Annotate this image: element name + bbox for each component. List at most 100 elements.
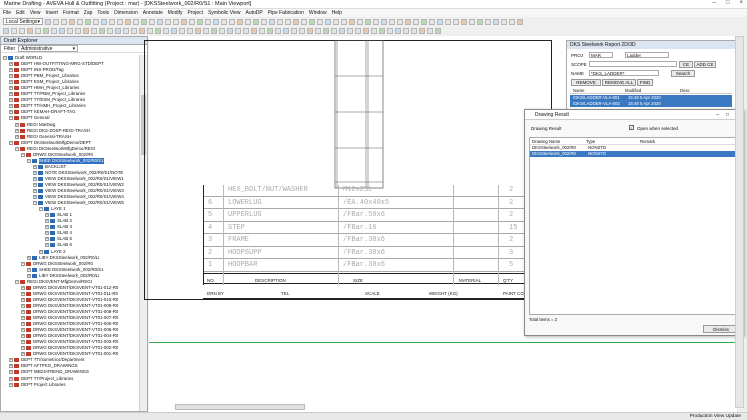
expand-toggle-icon[interactable]: + bbox=[45, 243, 49, 248]
menu-annotate[interactable]: Annotate bbox=[143, 10, 163, 16]
expand-toggle-icon[interactable]: + bbox=[15, 122, 19, 127]
expand-toggle-icon[interactable]: + bbox=[33, 164, 37, 169]
expand-toggle-icon[interactable]: + bbox=[21, 285, 25, 290]
toolbar-tool-icon[interactable] bbox=[389, 18, 395, 25]
expand-toggle-icon[interactable]: + bbox=[21, 316, 25, 321]
add-ce-button[interactable]: ADD CE bbox=[694, 61, 716, 68]
expand-toggle-icon[interactable]: + bbox=[33, 176, 37, 181]
toolbar-tool-icon[interactable] bbox=[27, 27, 33, 34]
toolbar-tool-icon[interactable] bbox=[69, 18, 75, 25]
toolbar-tool-icon[interactable] bbox=[445, 18, 451, 25]
toolbar-tool-icon[interactable] bbox=[259, 27, 265, 34]
scope-field[interactable] bbox=[589, 61, 677, 67]
settings-combo[interactable]: Local Settings ▾ bbox=[3, 18, 43, 25]
toolbar-tool-icon[interactable] bbox=[493, 18, 499, 25]
expand-toggle-icon[interactable]: − bbox=[9, 116, 13, 121]
expand-toggle-icon[interactable]: + bbox=[27, 255, 31, 260]
expand-toggle-icon[interactable]: + bbox=[21, 334, 25, 339]
toolbar-tool-icon[interactable] bbox=[517, 18, 523, 25]
expand-toggle-icon[interactable]: + bbox=[21, 309, 25, 314]
toolbar-tool-icon[interactable] bbox=[165, 18, 171, 25]
toolbar-tool-icon[interactable] bbox=[293, 18, 299, 25]
toolbar-tool-icon[interactable] bbox=[19, 27, 25, 34]
toolbar-tool-icon[interactable] bbox=[477, 18, 483, 25]
toolbar-tool-icon[interactable] bbox=[205, 18, 211, 25]
toolbar-tool-icon[interactable] bbox=[107, 27, 113, 34]
expand-toggle-icon[interactable]: + bbox=[45, 225, 49, 230]
toolbar-tool-icon[interactable] bbox=[379, 27, 385, 34]
expand-toggle-icon[interactable]: + bbox=[9, 86, 13, 91]
toolbar-tool-icon[interactable] bbox=[269, 18, 275, 25]
menu-edit[interactable]: Edit bbox=[16, 10, 25, 16]
menu-autodp[interactable]: AutoDP bbox=[245, 10, 262, 16]
toolbar-tool-icon[interactable] bbox=[125, 18, 131, 25]
toolbar-tool-icon[interactable] bbox=[163, 27, 169, 34]
toolbar-tool-icon[interactable] bbox=[139, 27, 145, 34]
expand-toggle-icon[interactable]: + bbox=[33, 195, 37, 200]
menu-file[interactable]: File bbox=[3, 10, 11, 16]
expand-toggle-icon[interactable]: + bbox=[33, 189, 37, 194]
toolbar-tool-icon[interactable] bbox=[267, 27, 273, 34]
toolbar-tool-icon[interactable] bbox=[83, 27, 89, 34]
toolbar-tool-icon[interactable] bbox=[429, 18, 435, 25]
expand-toggle-icon[interactable]: + bbox=[15, 128, 19, 133]
toolbar-tool-icon[interactable] bbox=[395, 27, 401, 34]
toolbar-tool-icon[interactable] bbox=[253, 18, 259, 25]
expand-toggle-icon[interactable]: − bbox=[21, 152, 25, 157]
toolbar-tool-icon[interactable] bbox=[365, 18, 371, 25]
toolbar-tool-icon[interactable] bbox=[117, 18, 123, 25]
toolbar-tool-icon[interactable] bbox=[51, 27, 57, 34]
name-field[interactable]: *DKS_LADDER* bbox=[589, 70, 659, 76]
expand-toggle-icon[interactable]: + bbox=[9, 364, 13, 369]
expand-toggle-icon[interactable]: + bbox=[9, 92, 13, 97]
toolbar-tool-icon[interactable] bbox=[229, 18, 235, 25]
expand-toggle-icon[interactable]: + bbox=[9, 376, 13, 381]
expand-toggle-icon[interactable]: + bbox=[33, 183, 37, 187]
toolbar-tool-icon[interactable] bbox=[85, 18, 91, 25]
toolbar-tool-icon[interactable] bbox=[373, 18, 379, 25]
expand-toggle-icon[interactable]: + bbox=[21, 328, 25, 333]
toolbar-tool-icon[interactable] bbox=[213, 18, 219, 25]
toolbar-tool-icon[interactable] bbox=[133, 18, 139, 25]
toolbar-tool-icon[interactable] bbox=[189, 18, 195, 25]
toolbar-tool-icon[interactable] bbox=[243, 27, 249, 34]
menu-tools[interactable]: Tools bbox=[97, 10, 109, 16]
toolbar-tool-icon[interactable] bbox=[197, 18, 203, 25]
toolbar-tool-icon[interactable] bbox=[435, 27, 441, 34]
expand-toggle-icon[interactable]: + bbox=[9, 370, 13, 375]
expand-toggle-icon[interactable]: − bbox=[9, 140, 13, 145]
toolbar-tool-icon[interactable] bbox=[331, 27, 337, 34]
horizontal-scrollbar[interactable] bbox=[175, 404, 305, 410]
toolbar-tool-icon[interactable] bbox=[371, 27, 377, 34]
expand-toggle-icon[interactable]: + bbox=[39, 249, 43, 254]
toolbar-tool-icon[interactable] bbox=[461, 18, 467, 25]
toolbar-tool-icon[interactable] bbox=[339, 27, 345, 34]
expand-toggle-icon[interactable]: + bbox=[21, 291, 25, 296]
toolbar-tool-icon[interactable] bbox=[437, 18, 443, 25]
expand-toggle-icon[interactable]: + bbox=[9, 110, 13, 115]
toolbar-tool-icon[interactable] bbox=[421, 18, 427, 25]
toolbar-tool-icon[interactable] bbox=[381, 18, 387, 25]
toolbar-tool-icon[interactable] bbox=[203, 27, 209, 34]
maximize-icon[interactable]: □ bbox=[726, 0, 730, 9]
toolbar-tool-icon[interactable] bbox=[363, 27, 369, 34]
toolbar-tool-icon[interactable] bbox=[509, 18, 515, 25]
expand-toggle-icon[interactable]: − bbox=[27, 158, 31, 163]
toolbar-tool-icon[interactable] bbox=[219, 27, 225, 34]
dismiss-button[interactable]: Dismiss bbox=[703, 325, 739, 333]
find-button[interactable]: FIND bbox=[637, 79, 653, 86]
toolbar-tool-icon[interactable] bbox=[285, 18, 291, 25]
toolbar-tool-icon[interactable] bbox=[91, 27, 97, 34]
expand-toggle-icon[interactable]: + bbox=[9, 358, 13, 363]
filter-combo[interactable]: Administrative ▾ bbox=[18, 45, 79, 52]
toolbar-tool-icon[interactable] bbox=[59, 27, 65, 34]
toolbar-tool-icon[interactable] bbox=[181, 18, 187, 25]
toolbar-tool-icon[interactable] bbox=[501, 18, 507, 25]
toolbar-tool-icon[interactable] bbox=[171, 27, 177, 34]
expand-toggle-icon[interactable]: + bbox=[9, 62, 13, 67]
toolbar-tool-icon[interactable] bbox=[397, 18, 403, 25]
open-when-selected-checkbox[interactable]: ✓ bbox=[629, 125, 634, 130]
expand-toggle-icon[interactable]: − bbox=[15, 279, 19, 284]
toolbar-tool-icon[interactable] bbox=[115, 27, 121, 34]
toolbar-tool-icon[interactable] bbox=[11, 27, 17, 34]
